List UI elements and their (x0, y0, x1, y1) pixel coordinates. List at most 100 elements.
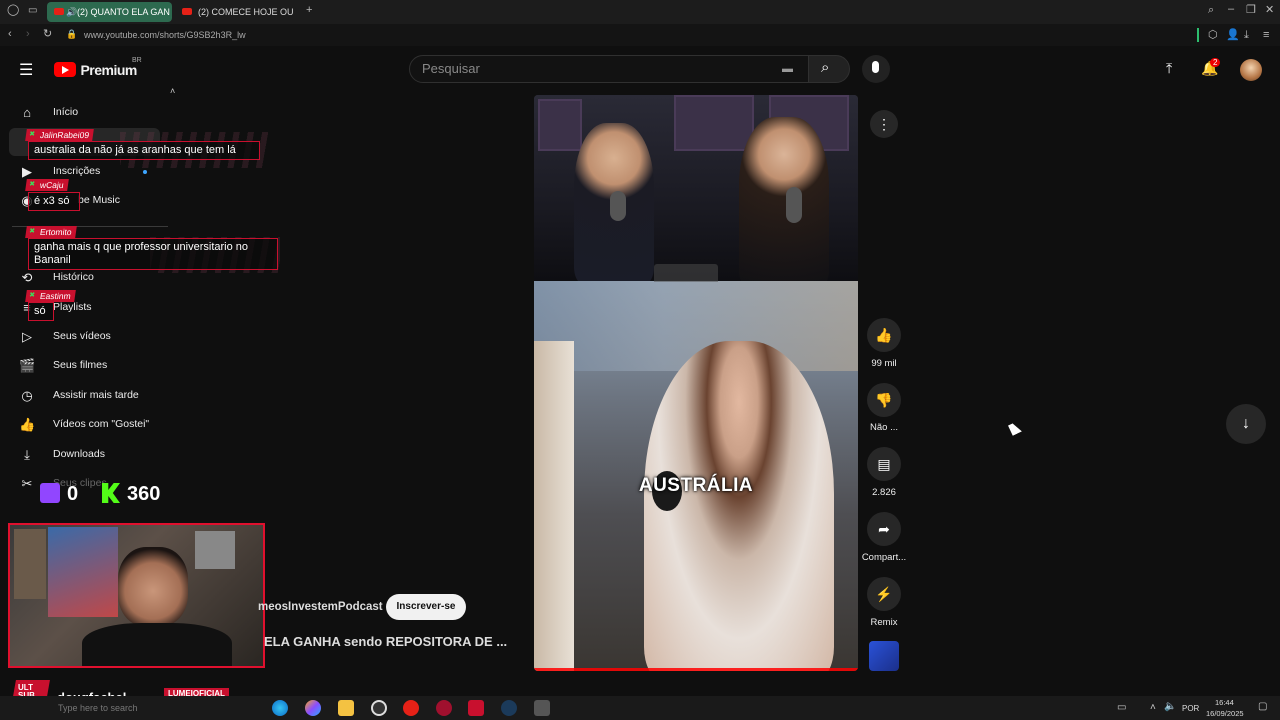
youtube-app-icon[interactable] (403, 700, 419, 716)
clock-time[interactable]: 16:44 (1215, 698, 1234, 707)
tab-label: (2) QUANTO ELA GAN (77, 7, 170, 17)
remix-label: Remix (870, 617, 898, 628)
collapse-chevron-icon[interactable]: ˄ (170, 86, 175, 96)
dislike-button[interactable]: 👎 (867, 383, 901, 417)
microphone-left (610, 191, 626, 221)
search-icon: ⌕ (821, 59, 830, 76)
sidebar-item-seus-clipes[interactable]: ✂ Seus clipes (0, 471, 240, 497)
logo-region: BR (132, 57, 142, 64)
home-icon: ⌂ (23, 105, 31, 120)
restore-icon[interactable]: ❐ (1246, 5, 1256, 16)
downloads-browser-icon[interactable]: ⤓ (1244, 30, 1249, 41)
profile-icon[interactable]: 👤 (1226, 30, 1240, 41)
download-icon: ⤓ (24, 447, 30, 462)
forward-icon[interactable]: › (26, 29, 30, 40)
copilot-icon[interactable] (305, 700, 321, 716)
like-count: 99 mil (871, 358, 897, 369)
tab-quanto-ela-ganha[interactable]: 🔊 (2) QUANTO ELA GAN (47, 2, 172, 22)
obs-icon[interactable] (371, 700, 387, 716)
steam-icon[interactable] (501, 700, 517, 716)
chat-username: Ertomito (25, 226, 77, 238)
podcast-shelf (538, 99, 582, 151)
opera-app-icon[interactable] (436, 700, 452, 716)
notification-center-icon[interactable]: ▢ (1258, 701, 1267, 712)
file-explorer-icon[interactable] (338, 700, 354, 716)
remix-button[interactable]: ⚡ (867, 577, 901, 611)
search-input[interactable]: Pesquisar ▬ (409, 55, 809, 83)
kick-viewer-count: 360 (127, 483, 161, 505)
twitch-icon (40, 483, 60, 503)
streaming-app-icon[interactable] (468, 700, 484, 716)
address-bar-row: ‹ › ↻ 🔒 www.youtube.com/shorts/G9SB2h3R_… (0, 24, 1280, 46)
sidebar-item-videos-gostei[interactable]: 👍 Vídeos com "Gostei" (0, 412, 240, 438)
movies-icon: 🎬 (19, 358, 36, 373)
next-short-button[interactable]: ↓ (1226, 404, 1266, 444)
sidebar-item-downloads[interactable]: ⤓ Downloads (0, 442, 240, 468)
chat-message: só (28, 302, 54, 321)
youtube-logo[interactable]: Premium BR (54, 57, 142, 78)
close-window-icon[interactable]: ✕ (1265, 5, 1274, 16)
webcam-background-frame (195, 531, 235, 569)
keyboard-icon[interactable]: ▬ (782, 56, 793, 82)
language-indicator[interactable]: POR (1182, 704, 1199, 713)
sidebar-item-label: Seus clipes (53, 477, 107, 489)
sidebar-item-label: be Music (78, 194, 121, 206)
sidebar-item-inicio[interactable]: ⌂ Início (0, 100, 240, 126)
sidebar-item-label: Assistir mais tarde (53, 389, 139, 401)
chat-message: é x3 só (28, 192, 80, 211)
sidebar-item-seus-videos[interactable]: ▷ Seus vídeos (0, 324, 240, 350)
share-button[interactable]: ➦ (867, 512, 901, 546)
youtube-favicon-icon (54, 8, 64, 15)
account-avatar[interactable] (1240, 59, 1262, 81)
sidebar-item-label: Seus vídeos (53, 330, 111, 342)
opera-icon[interactable]: ◯ (7, 5, 19, 16)
search-button[interactable]: ⌕ (808, 55, 850, 83)
streamer-body (82, 623, 232, 666)
chat-username: wCaju (25, 179, 69, 191)
channel-name[interactable]: meosInvestemPodcast (258, 601, 383, 613)
host-right (739, 117, 829, 287)
clock-date[interactable]: 16/09/2025 (1206, 709, 1244, 718)
chat-message: australia da não já as aranhas que tem l… (28, 141, 260, 160)
reload-icon[interactable]: ↻ (43, 29, 52, 40)
vpn-indicator[interactable] (1197, 28, 1199, 42)
sidebar-item-label: Histórico (53, 271, 94, 283)
youtube-favicon-icon (182, 8, 192, 15)
upload-icon[interactable]: ⤒ (1166, 60, 1172, 77)
tray-chevron-icon[interactable]: ˄ (1150, 702, 1156, 713)
your-videos-icon: ▷ (22, 329, 32, 344)
comments-button[interactable]: ▤ (867, 447, 901, 481)
short-video-player[interactable]: AUSTRÁLIA (534, 95, 858, 671)
youtube-play-logo-icon (54, 62, 76, 78)
hamburger-menu-icon[interactable]: ☰ (19, 60, 33, 80)
share-label: Compart... (861, 552, 907, 563)
short-title[interactable]: ELA GANHA sendo REPOSITORA DE ... (264, 634, 507, 649)
minimize-icon[interactable]: – (1228, 4, 1234, 15)
more-options-icon[interactable]: ⋮ (870, 110, 898, 138)
microphone-icon (872, 61, 879, 73)
sidebar-toggle-icon[interactable]: ▭ (28, 6, 37, 16)
search-tabs-icon[interactable]: ⌕ (1208, 5, 1214, 16)
sidebar-item-seus-filmes[interactable]: 🎬 Seus filmes (0, 353, 240, 379)
url-field[interactable]: www.youtube.com/shorts/G9SB2h3R_lw (84, 30, 246, 40)
subscribe-button[interactable]: Inscrever-se (386, 594, 466, 620)
streamer-figure (118, 547, 188, 627)
audio-icon[interactable]: 🔊 (66, 2, 77, 22)
game-app-icon[interactable] (534, 700, 550, 716)
tab-comece-hoje[interactable]: (2) COMECE HOJE OU N (176, 2, 294, 22)
extensions-icon[interactable]: ⬡ (1208, 30, 1218, 41)
taskbar-search-input[interactable]: Type here to search (58, 703, 138, 713)
volume-icon[interactable]: 🔈 (1164, 701, 1176, 712)
sidebar-item-assistir-mais-tarde[interactable]: ◷ Assistir mais tarde (0, 383, 240, 409)
like-button[interactable]: 👍 (867, 318, 901, 352)
voice-search-button[interactable] (862, 55, 890, 83)
new-tab-icon[interactable]: + (306, 5, 312, 16)
display-icon[interactable]: ▭ (1117, 702, 1126, 713)
video-progress-bar[interactable] (534, 668, 858, 671)
navigate-up-strip[interactable] (654, 264, 718, 282)
back-icon[interactable]: ‹ (8, 29, 12, 40)
edge-browser-icon[interactable] (272, 700, 288, 716)
menu-icon[interactable]: ≡ (1263, 30, 1269, 41)
sidebar-item-label: Inscrições (53, 165, 101, 177)
audio-track-thumbnail[interactable] (869, 641, 899, 671)
